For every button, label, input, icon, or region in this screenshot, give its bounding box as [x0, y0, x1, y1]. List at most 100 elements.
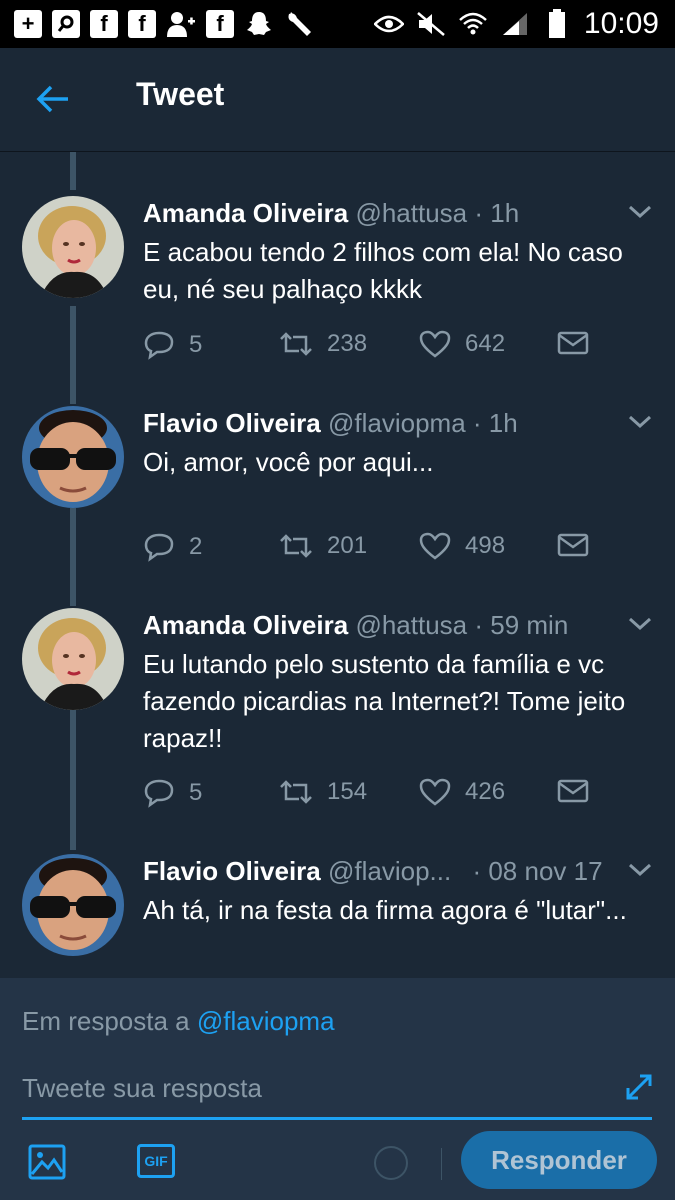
facebook-icon: f — [90, 10, 118, 38]
conversation-feed[interactable]: Amanda Oliveira @hattusa · 1h E acabou t… — [0, 152, 675, 978]
like-button[interactable]: 426 — [419, 778, 505, 806]
facebook-icon: f — [128, 10, 156, 38]
like-button[interactable]: 498 — [419, 532, 505, 560]
signal-icon — [500, 9, 530, 39]
retweet-button[interactable]: 154 — [279, 778, 367, 806]
retweet-icon — [280, 534, 312, 558]
retweet-count: 238 — [327, 330, 368, 357]
chevron-down-icon — [628, 205, 652, 219]
heart-icon — [419, 778, 451, 806]
expand-composer-button[interactable] — [624, 1072, 654, 1102]
tweet[interactable]: Flavio Oliveira @flaviopma · 1h Oi, amor… — [0, 406, 675, 606]
reply-submit-button[interactable]: Responder — [461, 1131, 657, 1189]
back-button[interactable] — [34, 82, 72, 116]
tweet-timestamp: · 08 nov 17 — [472, 856, 603, 886]
mute-icon — [416, 9, 446, 39]
tweet-timestamp: · 59 min — [474, 610, 569, 640]
reply-mention-link[interactable]: @flaviopma — [197, 1006, 335, 1036]
tweet-author-name[interactable]: Amanda Oliveira — [143, 198, 348, 228]
reply-icon — [144, 533, 174, 562]
battery-icon — [542, 9, 572, 39]
tweet[interactable]: Amanda Oliveira @hattusa · 1h E acabou t… — [0, 196, 675, 396]
envelope-icon — [557, 533, 589, 557]
thread-line — [70, 152, 76, 190]
back-arrow-icon — [36, 85, 68, 113]
reply-icon — [144, 331, 174, 360]
retweet-count: 154 — [327, 778, 368, 805]
tweet-author-handle[interactable]: @hattusa — [355, 198, 467, 228]
like-count: 498 — [465, 532, 506, 559]
reply-button[interactable]: 5 — [143, 778, 202, 808]
like-count: 642 — [465, 330, 506, 357]
reply-button[interactable]: 2 — [143, 532, 202, 562]
add-box-icon: + — [14, 10, 42, 38]
tweet-menu-button[interactable] — [627, 614, 653, 634]
chevron-down-icon — [628, 863, 652, 877]
retweet-button[interactable]: 238 — [279, 330, 367, 358]
tweet-menu-button[interactable] — [627, 202, 653, 222]
eye-icon — [373, 9, 404, 39]
search-box-icon — [52, 10, 80, 38]
direct-message-button[interactable] — [557, 532, 589, 558]
tweet-author-name[interactable]: Amanda Oliveira — [143, 610, 348, 640]
tweet-text: E acabou tendo 2 filhos com ela! No caso… — [143, 237, 623, 304]
avatar[interactable] — [22, 406, 124, 508]
envelope-icon — [557, 331, 589, 355]
tweet-author-name[interactable]: Flavio Oliveira — [143, 856, 321, 886]
avatar[interactable] — [22, 608, 124, 710]
reply-count: 5 — [189, 331, 203, 358]
divider — [441, 1148, 442, 1180]
tweet-author-handle[interactable]: @flaviop... — [328, 856, 451, 886]
heart-icon — [419, 532, 451, 560]
direct-message-button[interactable] — [557, 778, 589, 804]
like-count: 426 — [465, 778, 506, 805]
reply-context-label: Em resposta a — [22, 1006, 190, 1036]
direct-message-button[interactable] — [557, 330, 589, 356]
reply-context: Em resposta a @flaviopma — [22, 1006, 335, 1037]
retweet-button[interactable]: 201 — [279, 532, 367, 560]
tweet-text: Oi, amor, você por aqui... — [143, 447, 434, 477]
tweet[interactable]: Flavio Oliveira @flaviop... · 08 nov 17 … — [0, 854, 675, 978]
image-icon — [28, 1144, 66, 1180]
reply-input[interactable] — [22, 1070, 652, 1106]
app-bar: Tweet — [0, 48, 675, 152]
avatar[interactable] — [22, 196, 124, 298]
tweet-header: Flavio Oliveira @flaviopma · 1h — [143, 408, 613, 439]
tweet-timestamp: · 1h — [472, 408, 518, 438]
character-counter — [374, 1146, 408, 1180]
wrench-icon — [284, 9, 314, 39]
chevron-down-icon — [628, 617, 652, 631]
tweet-text: Ah tá, ir na festa da firma agora é "lut… — [143, 895, 627, 925]
expand-icon — [626, 1074, 652, 1100]
facebook-icon: f — [206, 10, 234, 38]
tweet[interactable]: Amanda Oliveira @hattusa · 59 min Eu lut… — [0, 608, 675, 838]
reply-icon — [144, 779, 174, 808]
tweet-author-handle[interactable]: @flaviopma — [328, 408, 466, 438]
heart-icon — [419, 330, 451, 358]
page-title: Tweet — [136, 76, 225, 112]
tweet-actions: 5 238 642 — [143, 330, 623, 370]
reply-count: 2 — [189, 533, 203, 560]
like-button[interactable]: 642 — [419, 330, 505, 358]
add-friend-icon — [166, 9, 196, 39]
retweet-icon — [280, 780, 312, 804]
tweet-actions: 2 201 498 — [143, 532, 623, 572]
tweet-author-handle[interactable]: @hattusa — [355, 610, 467, 640]
chevron-down-icon — [628, 415, 652, 429]
tweet-timestamp: · 1h — [474, 198, 520, 228]
add-gif-button[interactable]: GIF — [137, 1144, 175, 1178]
retweet-count: 201 — [327, 532, 368, 559]
tweet-header: Flavio Oliveira @flaviop... · 08 nov 17 — [143, 856, 613, 887]
tweet-menu-button[interactable] — [627, 412, 653, 432]
tweet-text: Eu lutando pelo sustento da família e vc… — [143, 649, 626, 753]
envelope-icon — [557, 779, 589, 803]
avatar[interactable] — [22, 854, 124, 956]
tweet-author-name[interactable]: Flavio Oliveira — [143, 408, 321, 438]
reply-composer: Em resposta a @flaviopma GIF Responder — [0, 978, 675, 1200]
tweet-header: Amanda Oliveira @hattusa · 59 min — [143, 610, 613, 641]
add-photo-button[interactable] — [28, 1144, 66, 1180]
retweet-icon — [280, 332, 312, 356]
status-time: 10:09 — [583, 7, 659, 40]
reply-button[interactable]: 5 — [143, 330, 202, 360]
tweet-menu-button[interactable] — [627, 860, 653, 880]
